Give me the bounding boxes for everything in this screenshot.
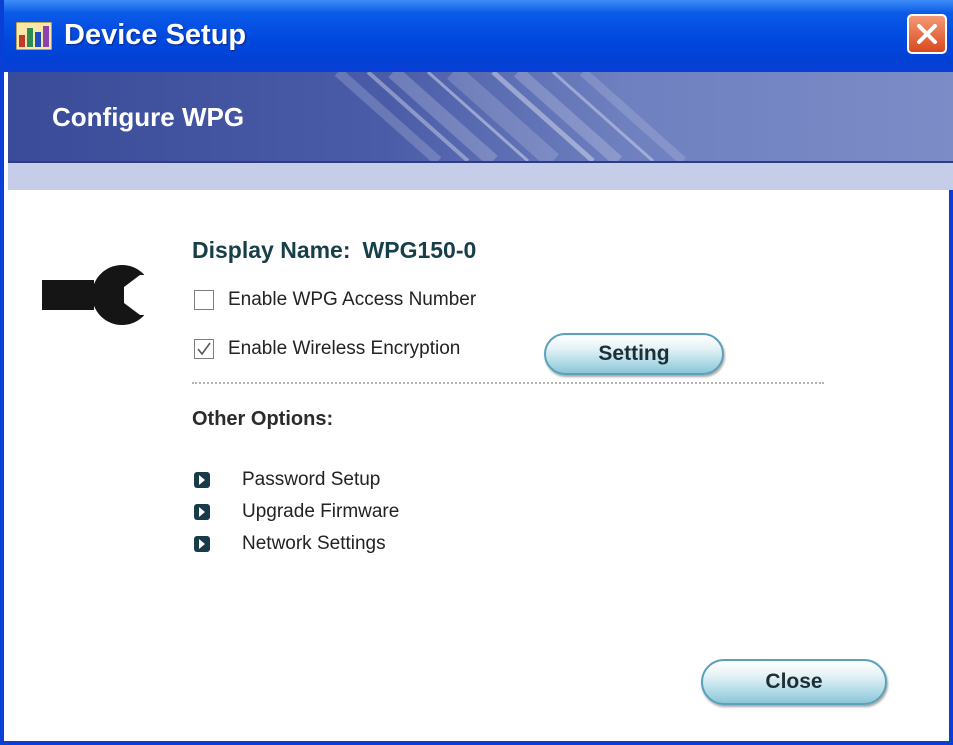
device-setup-window: Device Setup Configure WPG Display Name:… (0, 0, 953, 745)
network-settings-label: Network Settings (242, 533, 386, 554)
upgrade-firmware-label: Upgrade Firmware (242, 501, 400, 522)
enable-wireless-encryption-row[interactable]: Enable Wireless Encryption (194, 338, 460, 360)
checkmark-icon (197, 342, 211, 356)
arrow-right-icon (194, 536, 210, 552)
arrow-right-icon (194, 504, 210, 520)
enable-access-number-checkbox[interactable] (194, 290, 214, 310)
divider (192, 382, 824, 384)
close-button-label: Close (765, 670, 823, 693)
display-name: Display Name: WPG150-0 (192, 237, 476, 264)
banner-title: Configure WPG (52, 102, 245, 132)
enable-access-number-label: Enable WPG Access Number (228, 289, 477, 310)
setting-button[interactable]: Setting (544, 333, 724, 375)
other-options-heading: Other Options: (192, 408, 334, 430)
enable-wireless-encryption-checkbox[interactable] (194, 339, 214, 359)
display-name-value: WPG150-0 (362, 237, 477, 263)
window-title: Device Setup (64, 19, 247, 51)
password-setup-link[interactable]: Password Setup (194, 469, 380, 491)
arrow-right-icon (194, 472, 210, 488)
header-banner: Configure WPG (8, 72, 953, 190)
close-button[interactable]: Close (701, 659, 887, 705)
window-close-button[interactable] (907, 14, 947, 54)
wrench-icon (42, 265, 154, 325)
setting-button-label: Setting (598, 342, 670, 365)
password-setup-label: Password Setup (242, 469, 381, 490)
network-settings-link[interactable]: Network Settings (194, 533, 386, 555)
app-icon (16, 22, 52, 50)
title-bar[interactable]: Device Setup (4, 0, 953, 72)
enable-access-number-row[interactable]: Enable WPG Access Number (194, 289, 476, 311)
close-icon (917, 24, 937, 44)
enable-wireless-encryption-label: Enable Wireless Encryption (228, 338, 461, 359)
display-name-label: Display Name: (192, 237, 351, 263)
upgrade-firmware-link[interactable]: Upgrade Firmware (194, 501, 399, 523)
